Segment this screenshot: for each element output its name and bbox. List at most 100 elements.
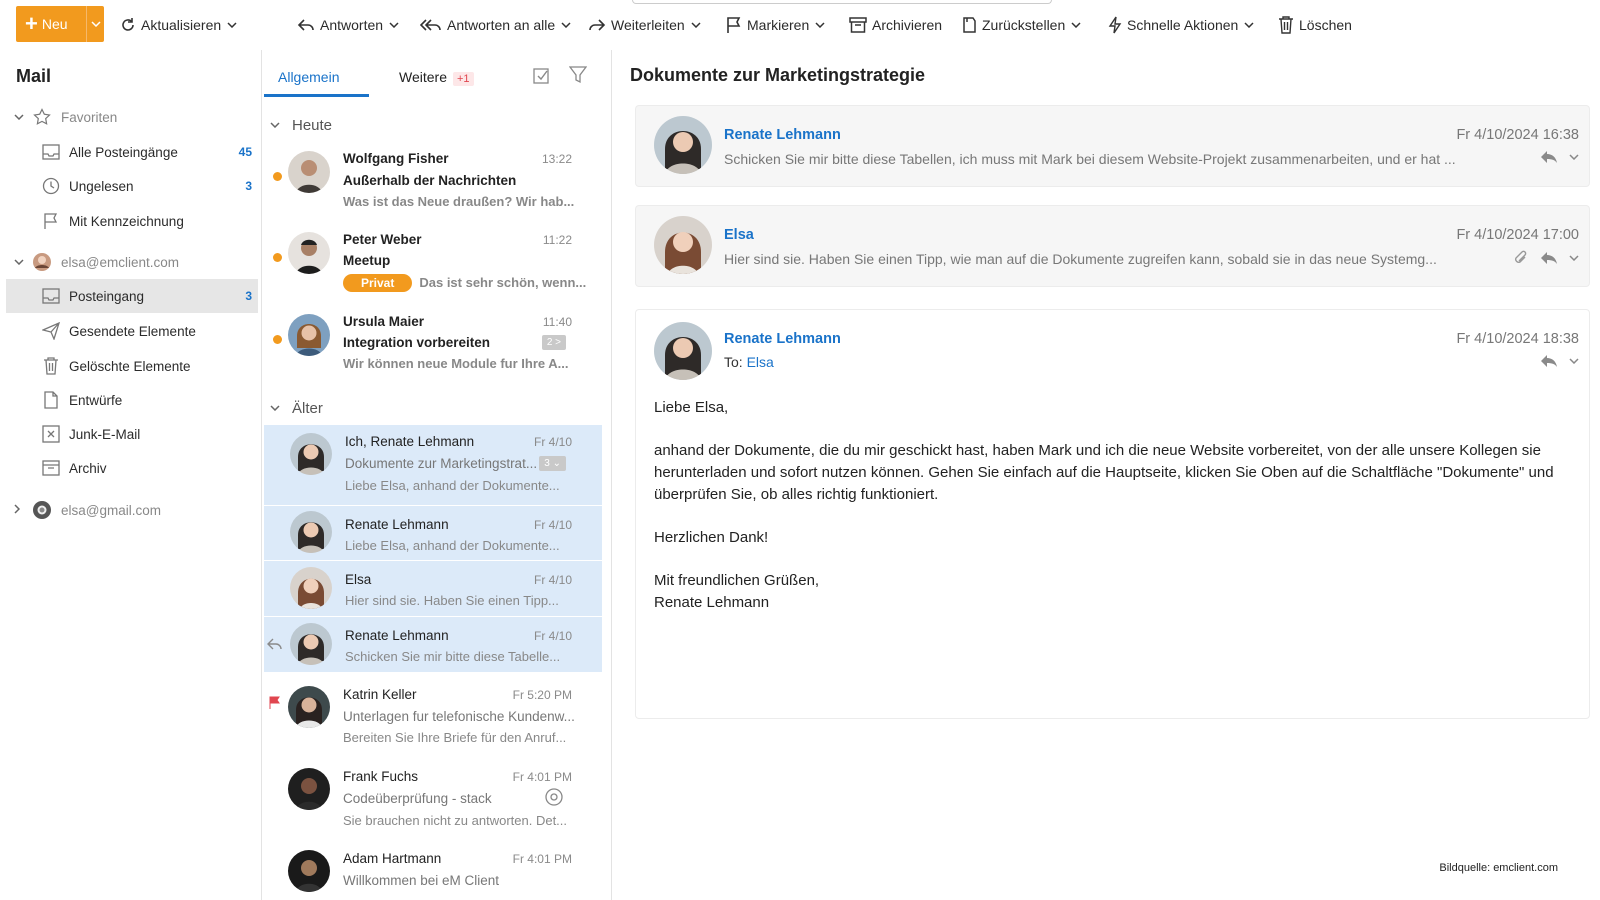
sidebar-item-sent[interactable]: Gesendete Elemente — [0, 314, 260, 348]
sender: Ursula Maier — [343, 314, 425, 329]
list-item[interactable]: Katrin Keller Fr 5:20 PM Unterlagen fur … — [262, 678, 602, 758]
sidebar-item-drafts[interactable]: Entwürfe — [0, 383, 260, 417]
unread-dot — [273, 335, 282, 344]
flag-icon[interactable] — [269, 696, 281, 715]
time: 11:22 — [542, 233, 572, 247]
snooze-button[interactable]: Zurückstellen — [961, 14, 1081, 36]
section-label: Älter — [292, 400, 323, 417]
archive-icon — [849, 17, 867, 33]
chevron-down-icon[interactable] — [1569, 255, 1579, 261]
sidebar-item-label: Gelöschte Elemente — [69, 358, 191, 374]
sidebar-item-unread[interactable]: Ungelesen 3 — [0, 169, 260, 203]
account-group-emclient[interactable]: elsa@emclient.com — [0, 245, 260, 279]
list-item[interactable]: Ursula Maier 11:40 Integration vorbereit… — [262, 306, 602, 388]
list-item[interactable]: Wolfgang Fisher 13:22 Außerhalb der Nach… — [262, 143, 602, 223]
clock-icon — [41, 176, 61, 196]
sidebar-item-all-inboxes[interactable]: Alle Posteingänge 45 — [0, 135, 260, 169]
thread-count-badge[interactable]: 2 > — [541, 335, 566, 350]
conversation-message-collapsed[interactable]: Renate Lehmann Fr 4/10/2024 16:38 Schick… — [635, 105, 1590, 187]
attachment-icon[interactable] — [1513, 249, 1529, 267]
preview: Liebe Elsa, anhand der Dokumente... — [345, 478, 560, 493]
reply-icon[interactable] — [1539, 250, 1559, 266]
select-all-icon[interactable] — [532, 65, 552, 90]
list-item[interactable]: Adam Hartmann Fr 4:01 PM Willkommen bei … — [262, 842, 602, 900]
favorites-group[interactable]: Favoriten — [0, 100, 260, 134]
sender: Elsa — [345, 572, 372, 587]
sender-name[interactable]: Renate Lehmann — [724, 331, 841, 347]
reading-pane: Dokumente zur Marketingstrategie Renate … — [613, 50, 1600, 900]
chevron-right-icon[interactable] — [14, 503, 21, 517]
subject: Dokumente zur Marketingstrat... — [345, 456, 538, 471]
time: Fr 4/10 — [533, 629, 572, 643]
sidebar-item-junk[interactable]: Junk-E-Mail — [0, 417, 260, 451]
preview: Liebe Elsa, anhand der Dokumente... — [345, 538, 560, 553]
body-signature: Renate Lehmann — [654, 594, 770, 611]
new-dropdown-toggle[interactable] — [86, 6, 104, 42]
account-group-gmail[interactable]: elsa@gmail.com — [0, 493, 260, 527]
recipient-link[interactable]: Elsa — [747, 354, 774, 370]
thread-count-badge[interactable]: 3 ⌄ — [539, 456, 566, 471]
reply-label: Antworten — [320, 17, 384, 33]
sidebar-item-flagged[interactable]: Mit Kennzeichnung — [0, 204, 260, 238]
avatar — [288, 232, 330, 274]
reply-icon[interactable] — [1539, 149, 1559, 165]
chevron-down-icon — [815, 22, 825, 28]
message-actions — [1513, 249, 1579, 267]
reply-icon[interactable] — [1539, 353, 1559, 369]
avatar — [290, 511, 332, 553]
delete-button[interactable]: Löschen — [1278, 14, 1352, 36]
forward-icon — [589, 19, 606, 31]
avatar — [288, 314, 330, 356]
conversation-message-expanded: Renate Lehmann Fr 4/10/2024 18:38 To: El… — [635, 309, 1590, 719]
sender: Ich, Renate Lehmann — [345, 434, 475, 449]
subject: Integration vorbereiten — [343, 335, 491, 350]
tab-other-label: Weitere — [399, 69, 447, 85]
sender-name[interactable]: Renate Lehmann — [724, 127, 841, 143]
sidebar-item-inbox[interactable]: Posteingang 3 — [6, 279, 258, 313]
time: Fr 4:01 PM — [512, 770, 572, 784]
list-item-thread[interactable]: Elsa Fr 4/10 Hier sind sie. Haben Sie ei… — [264, 561, 602, 616]
refresh-button[interactable]: Aktualisieren — [120, 14, 237, 36]
flag-button[interactable]: Markieren — [726, 14, 825, 36]
folder-sidebar: Mail Favoriten Alle Posteingänge 45 Unge… — [0, 50, 262, 900]
list-item-thread[interactable]: Renate Lehmann Fr 4/10 Liebe Elsa, anhan… — [264, 506, 602, 560]
list-item-thread[interactable]: Renate Lehmann Fr 4/10 Schicken Sie mir … — [264, 617, 602, 672]
sidebar-item-label: Posteingang — [69, 288, 145, 304]
archive-button[interactable]: Archivieren — [849, 14, 942, 36]
forward-button[interactable]: Weiterleiten — [588, 14, 701, 36]
chevron-down-icon[interactable] — [1569, 358, 1579, 364]
filter-icon[interactable] — [568, 65, 588, 90]
to-label: To: — [724, 354, 743, 370]
subject: Willkommen bei eM Client — [343, 873, 500, 888]
sidebar-item-deleted[interactable]: Gelöschte Elemente — [0, 349, 260, 383]
tab-other[interactable]: Weitere +1 — [399, 69, 474, 86]
tab-general[interactable]: Allgemein — [278, 69, 339, 85]
quick-actions-button[interactable]: Schnelle Aktionen — [1108, 14, 1254, 36]
section-today[interactable]: Heute — [270, 117, 332, 134]
account-label: elsa@gmail.com — [61, 502, 161, 518]
new-button[interactable]: + Neu — [16, 6, 104, 42]
reply-all-button[interactable]: Antworten an alle — [420, 14, 571, 36]
chevron-down-icon[interactable] — [1569, 154, 1579, 160]
body-paragraph: anhand der Dokumente, die du mir geschic… — [654, 442, 1554, 503]
conversation-message-collapsed[interactable]: Elsa Fr 4/10/2024 17:00 Hier sind sie. H… — [635, 205, 1590, 287]
sender-name[interactable]: Elsa — [724, 227, 754, 243]
preview: Bereiten Sie Ihre Briefe für den Anruf..… — [343, 730, 567, 745]
sidebar-item-archive[interactable]: Archiv — [0, 451, 260, 485]
archive-label: Archivieren — [872, 17, 943, 33]
chevron-down-icon — [1071, 22, 1081, 28]
subject: Außerhalb der Nachrichten — [343, 173, 517, 188]
list-item-selected[interactable]: Ich, Renate Lehmann Fr 4/10 Dokumente zu… — [264, 425, 602, 505]
flag-label: Markieren — [747, 17, 810, 33]
body-greeting: Liebe Elsa, — [654, 399, 729, 416]
reply-button[interactable]: Antworten — [297, 14, 399, 36]
chevron-down-icon[interactable] — [14, 257, 24, 268]
preview: Das ist sehr schön, wenn... — [419, 275, 587, 290]
sidebar-title: Mail — [16, 66, 52, 86]
section-older[interactable]: Älter — [270, 400, 323, 417]
sidebar-item-label: Alle Posteingänge — [69, 144, 178, 160]
chevron-down-icon[interactable] — [14, 112, 24, 123]
list-item[interactable]: Frank Fuchs Fr 4:01 PM Codeüberprüfung -… — [262, 760, 602, 840]
subject: Codeüberprüfung - stack — [343, 791, 492, 806]
list-item[interactable]: Peter Weber 11:22 Meetup Privat Das ist s… — [262, 224, 602, 306]
